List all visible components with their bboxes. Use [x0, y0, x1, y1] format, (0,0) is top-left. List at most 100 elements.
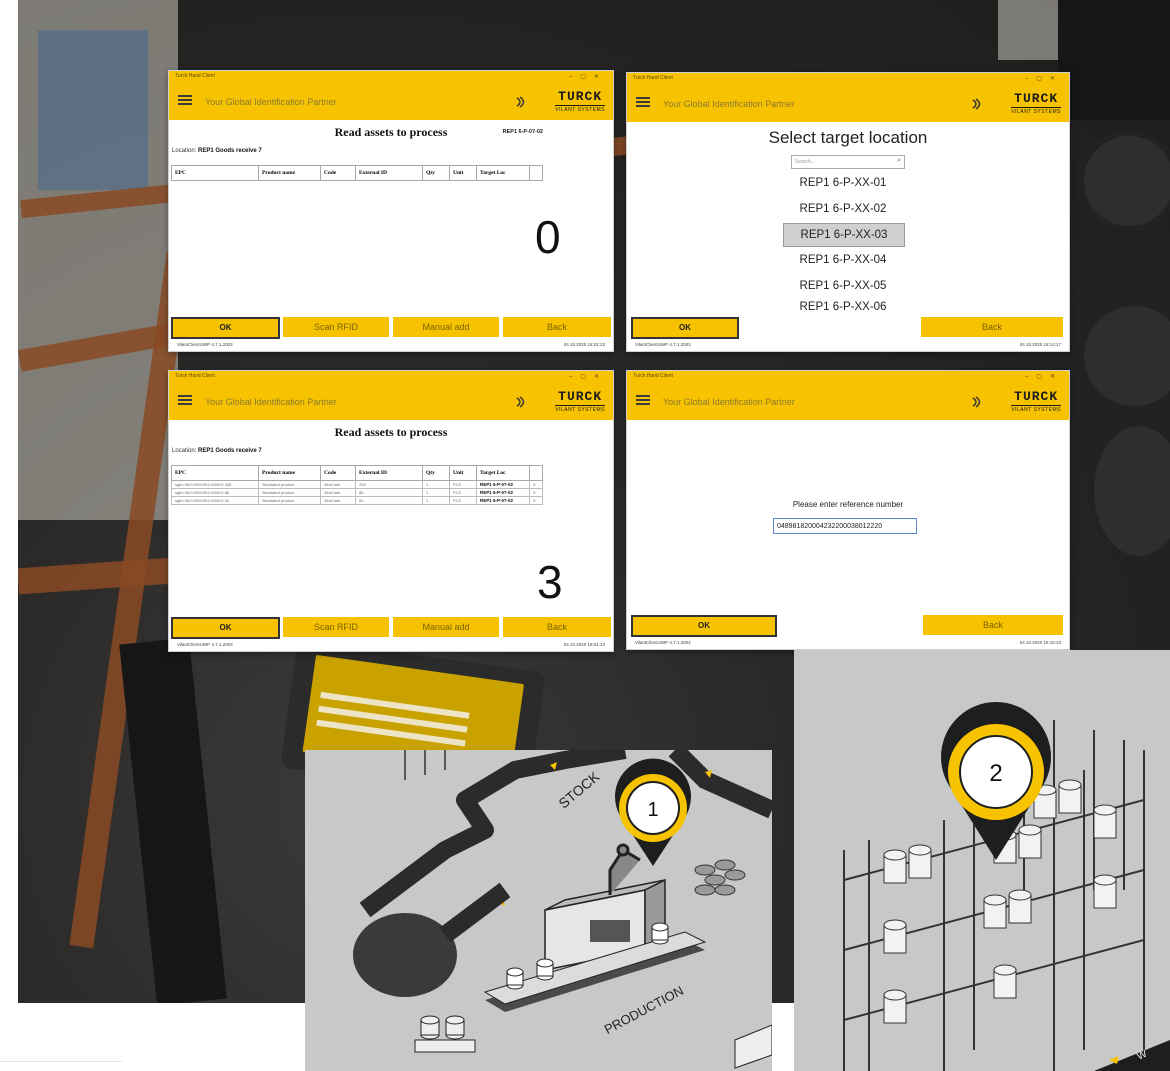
rfid-signal-icon [516, 396, 525, 408]
column-header-unit[interactable]: Unit [449, 165, 477, 181]
back-button[interactable]: Back [921, 317, 1063, 337]
scan-rfid-button[interactable]: Scan RFID [283, 317, 389, 337]
hamburger-menu-icon[interactable] [178, 395, 192, 405]
remove-row-icon[interactable]: X [529, 480, 543, 489]
column-header-epc[interactable]: EPC [171, 465, 259, 481]
status-timestamp: 04.10.2020 18:01:23 [563, 342, 605, 347]
app-tagline: Your Global Identification Partner [663, 397, 795, 407]
column-header-target[interactable]: Target Loc [476, 165, 530, 181]
status-timestamp: 04.10.2020 18:14:17 [1019, 342, 1061, 347]
hamburger-menu-icon[interactable] [636, 97, 650, 107]
cell-external-id: 335 [355, 480, 423, 489]
table-row[interactable]: sgtin-96:0.0000001.000001.50 Simulated p… [171, 496, 543, 505]
production-line-drawing: STOCK PRODUCTION 1 [353, 750, 772, 1069]
column-header-code[interactable]: Code [320, 465, 356, 481]
window-controls[interactable]: –▢✕ [569, 373, 607, 380]
column-header-product[interactable]: Product name [258, 465, 321, 481]
title-bar: Turck Hand Client –▢✕ [169, 71, 613, 85]
logo-sub: VILANT SYSTEMS [1011, 405, 1061, 413]
pin-number: 1 [647, 799, 658, 821]
column-header-remove [529, 465, 543, 481]
turck-logo: TURCK VILANT SYSTEMS [555, 89, 605, 113]
back-button[interactable]: Back [503, 617, 611, 637]
scan-rfid-button[interactable]: Scan RFID [283, 617, 389, 637]
location-list-item[interactable]: REP1 6-P-XX-02 [783, 198, 903, 220]
pin-number: 2 [989, 760, 1002, 787]
app-version: VilantClientUWP 4.7.1.2003 [177, 642, 233, 647]
back-button[interactable]: Back [503, 317, 611, 337]
content-area: Read assets to process REP1 6-P-07-02 Lo… [169, 120, 613, 317]
manual-add-button[interactable]: Manual add [393, 617, 499, 637]
ok-button[interactable]: OK [631, 317, 739, 339]
cell-external-id: 50 [355, 496, 423, 505]
page-title: Read assets to process [334, 125, 448, 139]
cell-epc: sgtin-96:0.0000001.000001.50 [171, 496, 259, 505]
background-machine-part [1088, 420, 1170, 562]
status-timestamp: 04.10.2020 18:15:23 [1019, 640, 1061, 645]
location-list-item-selected[interactable]: REP1 6-P-XX-03 [783, 223, 905, 247]
app-version: VilantClientUWP 4.7.1.2003 [635, 640, 691, 645]
location-label: Location: [172, 148, 197, 154]
column-header-target[interactable]: Target Loc [476, 465, 530, 481]
cell-code: SimCode [320, 480, 356, 489]
column-header-unit[interactable]: Unit [449, 465, 477, 481]
button-bar: OK Back [627, 615, 1069, 637]
back-button[interactable]: Back [923, 615, 1063, 635]
window-controls[interactable]: –▢✕ [1025, 373, 1063, 380]
cell-epc: sgtin-96:0.0000001.000001.86 [171, 488, 259, 497]
window-controls[interactable]: –▢✕ [569, 73, 607, 80]
logo-sub: VILANT SYSTEMS [555, 105, 605, 113]
logo-brand: TURCK [558, 389, 603, 404]
table-row[interactable]: sgtin-96:0.0000001.000001.335 Simulated … [171, 480, 543, 489]
search-icon[interactable]: ⌕ [897, 157, 901, 165]
window-title: Turck Hand Client [633, 75, 673, 81]
column-header-code[interactable]: Code [320, 165, 356, 181]
table-row[interactable]: sgtin-96:0.0000001.000001.86 Simulated p… [171, 488, 543, 497]
cell-epc: sgtin-96:0.0000001.000001.335 [171, 480, 259, 489]
window-controls[interactable]: –▢✕ [1025, 75, 1063, 82]
asset-count: 3 [537, 556, 563, 608]
content-area: Read assets to process Location: REP1 Go… [169, 420, 613, 617]
app-header: Your Global Identification Partner TURCK… [169, 85, 613, 120]
background-machine-ring [1078, 130, 1170, 232]
location-search-input[interactable]: Search... ⌕ [791, 155, 905, 169]
rfid-signal-icon [972, 396, 981, 408]
column-header-epc[interactable]: EPC [171, 165, 259, 181]
manual-add-button[interactable]: Manual add [393, 317, 499, 337]
page-title: Select target location [768, 128, 928, 147]
column-header-qty[interactable]: Qty [422, 465, 450, 481]
page-title: Read assets to process [334, 425, 448, 439]
location-label: Location: [172, 448, 197, 454]
window-title: Turck Hand Client [175, 73, 215, 79]
column-header-external-id[interactable]: External ID [355, 165, 423, 181]
remove-row-icon[interactable]: X [529, 496, 543, 505]
app-header: Your Global Identification Partner TURCK… [627, 87, 1069, 122]
cell-code: SimCode [320, 488, 356, 497]
location-list-item[interactable]: REP1 6-P-XX-05 [783, 275, 903, 297]
ok-button[interactable]: OK [171, 617, 280, 639]
background-forklift-arm [119, 637, 227, 1003]
content-area: Select target location Search... ⌕ REP1 … [627, 122, 1069, 317]
location-list-item[interactable]: REP1 6-P-XX-06 [783, 301, 903, 313]
logo-brand: TURCK [1014, 91, 1059, 106]
reference-number-input[interactable]: 048981820004232200038012220 [773, 518, 917, 534]
column-header-qty[interactable]: Qty [422, 165, 450, 181]
cell-qty: 1 [422, 488, 450, 497]
logo-brand: TURCK [1014, 389, 1059, 404]
ok-button[interactable]: OK [171, 317, 280, 339]
rfid-signal-icon [972, 98, 981, 110]
table-header-row: EPC Product name Code External ID Qty Un… [171, 165, 543, 181]
app-version: VilantClientUWP 4.7.1.2003 [635, 342, 691, 347]
assets-table: EPC Product name Code External ID Qty Un… [171, 165, 543, 181]
logo-sub: VILANT SYSTEMS [555, 405, 605, 413]
column-header-product[interactable]: Product name [258, 165, 321, 181]
remove-row-icon[interactable]: X [529, 488, 543, 497]
hamburger-menu-icon[interactable] [636, 395, 650, 405]
background-pallet-blue [38, 30, 148, 190]
column-header-external-id[interactable]: External ID [355, 465, 423, 481]
hamburger-menu-icon[interactable] [178, 95, 192, 105]
logo-brand: TURCK [558, 89, 603, 104]
location-list-item[interactable]: REP1 6-P-XX-01 [783, 172, 903, 194]
location-list-item[interactable]: REP1 6-P-XX-04 [783, 249, 903, 271]
ok-button[interactable]: OK [631, 615, 777, 637]
